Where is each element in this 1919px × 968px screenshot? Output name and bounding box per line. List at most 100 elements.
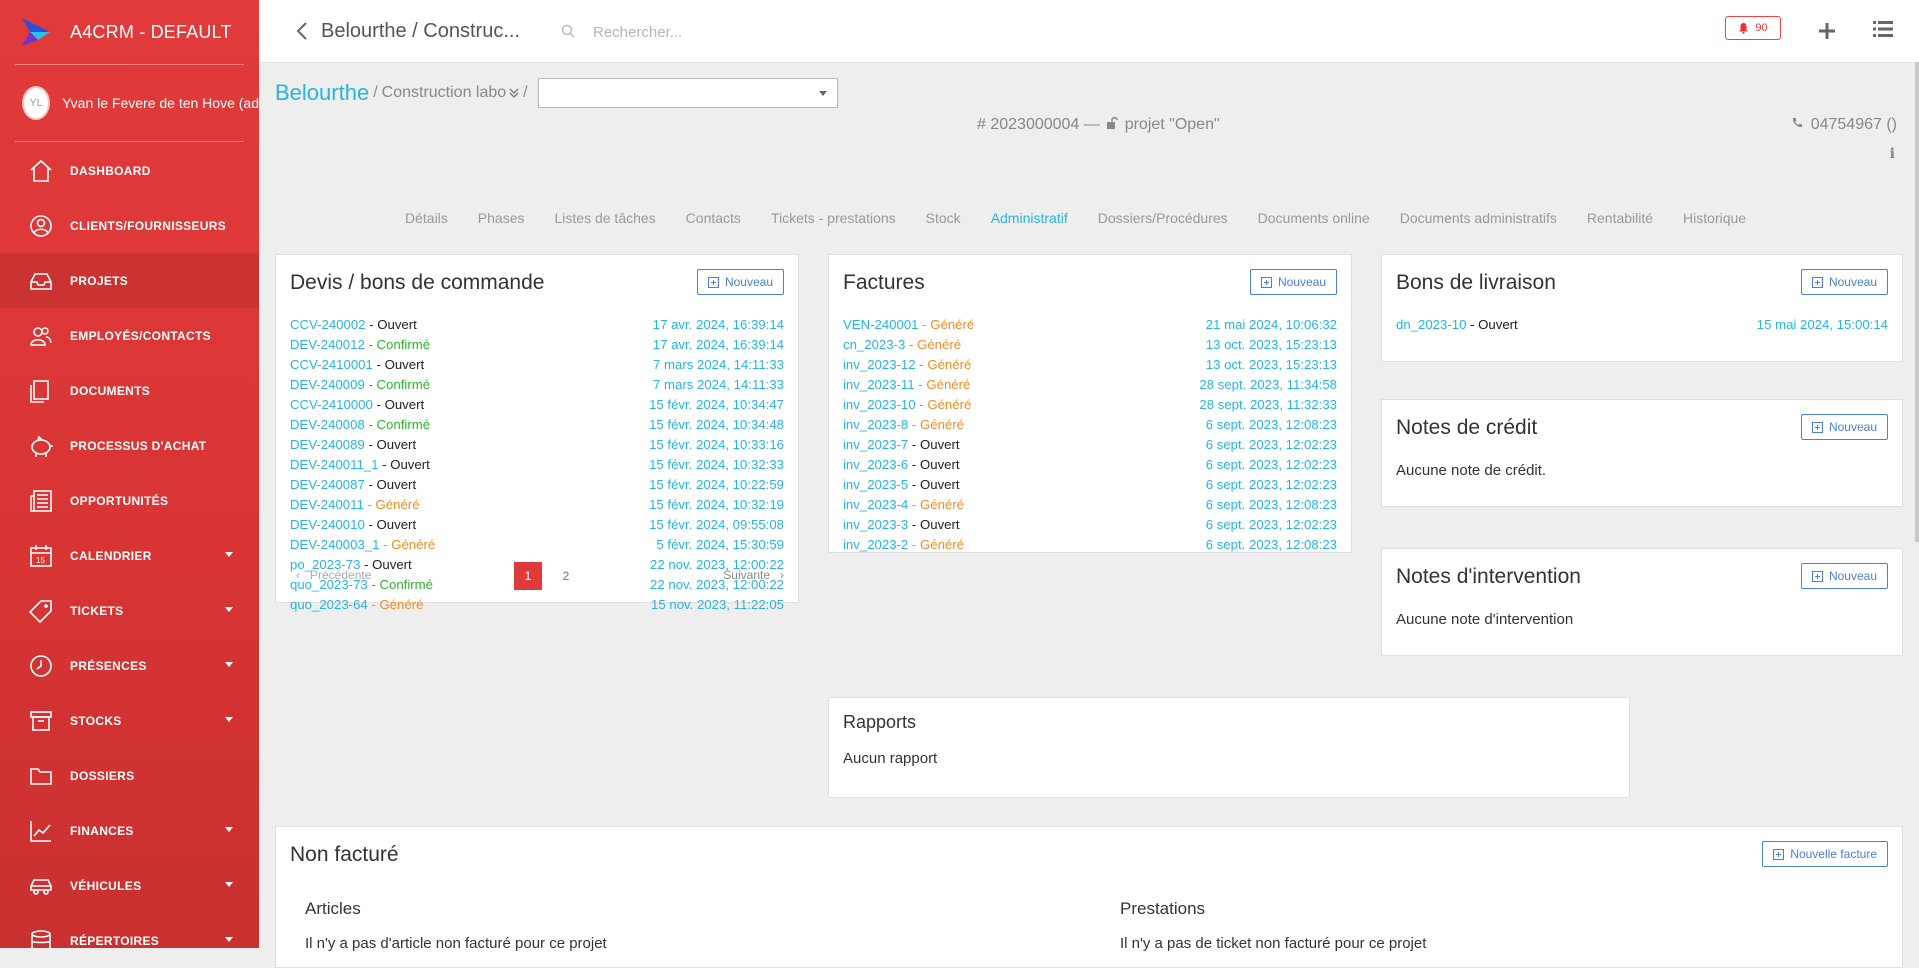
sidebar-item-finances[interactable]: FINANCES xyxy=(0,803,259,858)
list-view-icon[interactable] xyxy=(1873,20,1893,38)
item-ref[interactable]: VEN-240001 xyxy=(843,317,919,332)
list-item[interactable]: DEV-240012 - Confirmé 17 avr. 2024, 16:39… xyxy=(290,337,784,357)
pagination-next[interactable]: Suivante › xyxy=(723,568,784,582)
pagination-prev[interactable]: ‹ Précédente xyxy=(296,568,371,582)
item-ref[interactable]: DEV-240011_1 xyxy=(290,457,378,472)
list-item[interactable]: DEV-240003_1 - Généré 5 févr. 2024, 15:30… xyxy=(290,537,784,557)
list-item[interactable]: DEV-240011 - Généré 15 févr. 2024, 10:32:… xyxy=(290,497,784,517)
list-item[interactable]: CCV-2410000 - Ouvert 15 févr. 2024, 10:34… xyxy=(290,397,784,417)
list-item[interactable]: inv_2023-2 - Généré 6 sept. 2023, 12:08:2… xyxy=(843,537,1337,557)
list-item[interactable]: VEN-240001 - Généré 21 mai 2024, 10:06:32 xyxy=(843,317,1337,337)
list-item[interactable]: DEV-240009 - Confirmé 7 mars 2024, 14:11:… xyxy=(290,377,784,397)
sidebar-item-calendrier[interactable]: 15 CALENDRIER xyxy=(0,528,259,583)
sidebar-item-dossiers[interactable]: DOSSIERS xyxy=(0,748,259,803)
tab-tickets-prestations[interactable]: Tickets - prestations xyxy=(771,210,896,226)
item-ref[interactable]: dn_2023-10 xyxy=(1396,317,1466,332)
tab-rentabilit-[interactable]: Rentabilité xyxy=(1587,210,1653,226)
item-ref[interactable]: inv_2023-6 xyxy=(843,457,908,472)
list-item[interactable]: DEV-240087 - Ouvert 15 févr. 2024, 10:22:… xyxy=(290,477,784,497)
tab-documents-online[interactable]: Documents online xyxy=(1258,210,1370,226)
list-item[interactable]: dn_2023-10 - Ouvert 15 mai 2024, 15:00:14 xyxy=(1396,317,1888,337)
new-facture-button[interactable]: Nouveau xyxy=(1249,269,1337,295)
sidebar-item-clients-fournisseurs[interactable]: CLIENTS/FOURNISSEURS xyxy=(0,198,259,253)
item-ref[interactable]: DEV-240003_1 xyxy=(290,537,379,552)
sidebar-item-pr-sences[interactable]: PRÉSENCES xyxy=(0,638,259,693)
sidebar-item-r-pertoires[interactable]: RÉPERTOIRES xyxy=(0,913,259,948)
scrollbar[interactable] xyxy=(1915,62,1919,542)
sidebar-item-processus-d-achat[interactable]: PROCESSUS D'ACHAT xyxy=(0,418,259,473)
item-ref[interactable]: inv_2023-7 xyxy=(843,437,908,452)
item-ref[interactable]: inv_2023-4 xyxy=(843,497,908,512)
list-item[interactable]: cn_2023-3 - Généré 13 oct. 2023, 15:23:13 xyxy=(843,337,1337,357)
user-menu[interactable]: YL Yvan le Fevere de ten Hove (ad xyxy=(0,65,259,141)
item-ref[interactable]: CCV-2410000 xyxy=(290,397,373,412)
list-item[interactable]: inv_2023-8 - Généré 6 sept. 2023, 12:08:2… xyxy=(843,417,1337,437)
pagination-page-1[interactable]: 1 xyxy=(514,562,542,590)
item-ref[interactable]: inv_2023-10 xyxy=(843,397,916,412)
list-item[interactable]: inv_2023-12 - Généré 13 oct. 2023, 15:23:… xyxy=(843,357,1337,377)
project-phone[interactable]: 04754967 () xyxy=(1791,116,1897,134)
sidebar-item-employ-s-contacts[interactable]: EMPLOYÉS/CONTACTS xyxy=(0,308,259,363)
item-ref[interactable]: cn_2023-3 xyxy=(843,337,905,352)
tab-historique[interactable]: Historique xyxy=(1683,210,1746,226)
sidebar-item-stocks[interactable]: STOCKS xyxy=(0,693,259,748)
list-item[interactable]: CCV-240002 - Ouvert 17 avr. 2024, 16:39:1… xyxy=(290,317,784,337)
new-devis-button[interactable]: Nouveau xyxy=(696,269,784,295)
info-icon[interactable]: i xyxy=(1890,146,1895,162)
sidebar-item-documents[interactable]: DOCUMENTS xyxy=(0,363,259,418)
sidebar-item-opportunit-s[interactable]: OPPORTUNITÉS xyxy=(0,473,259,528)
pagination-page-2[interactable]: 2 xyxy=(552,562,580,590)
item-ref[interactable]: DEV-240008 xyxy=(290,417,365,432)
item-ref[interactable]: DEV-240011 xyxy=(290,497,364,512)
tab-phases[interactable]: Phases xyxy=(478,210,525,226)
breadcrumb-client-link[interactable]: Belourthe xyxy=(275,80,369,106)
list-item[interactable]: DEV-240011_1 - Ouvert 15 févr. 2024, 10:3… xyxy=(290,457,784,477)
breadcrumb-project[interactable]: Construction labo xyxy=(382,84,507,102)
brand[interactable]: A4CRM - DEFAULT xyxy=(0,0,259,64)
item-ref[interactable]: inv_2023-5 xyxy=(843,477,908,492)
notifications-button[interactable]: 90 xyxy=(1725,16,1781,40)
item-ref[interactable]: DEV-240010 xyxy=(290,517,365,532)
list-item[interactable]: DEV-240089 - Ouvert 15 févr. 2024, 10:33:… xyxy=(290,437,784,457)
item-ref[interactable]: quo_2023-64 xyxy=(290,597,368,612)
list-item[interactable]: quo_2023-64 - Généré 15 nov. 2023, 11:22:… xyxy=(290,597,784,617)
item-ref[interactable]: DEV-240009 xyxy=(290,377,365,392)
item-ref[interactable]: inv_2023-3 xyxy=(843,517,908,532)
list-item[interactable]: inv_2023-3 - Ouvert 6 sept. 2023, 12:02:2… xyxy=(843,517,1337,537)
double-chevron-down-icon[interactable] xyxy=(509,88,519,98)
list-item[interactable]: inv_2023-11 - Généré 28 sept. 2023, 11:34… xyxy=(843,377,1337,397)
sidebar-item-dashboard[interactable]: DASHBOARD xyxy=(0,143,259,198)
tab-listes-de-t-ches[interactable]: Listes de tâches xyxy=(555,210,656,226)
back-arrow-icon[interactable] xyxy=(295,20,309,42)
tab-administratif[interactable]: Administratif xyxy=(991,210,1068,226)
sidebar-item-projets[interactable]: PROJETS xyxy=(0,253,259,308)
list-item[interactable]: inv_2023-5 - Ouvert 6 sept. 2023, 12:02:2… xyxy=(843,477,1337,497)
item-ref[interactable]: DEV-240089 xyxy=(290,437,365,452)
list-item[interactable]: CCV-2410001 - Ouvert 7 mars 2024, 14:11:3… xyxy=(290,357,784,377)
tab-stock[interactable]: Stock xyxy=(926,210,961,226)
list-item[interactable]: inv_2023-6 - Ouvert 6 sept. 2023, 12:02:2… xyxy=(843,457,1337,477)
phase-select[interactable] xyxy=(537,78,838,108)
tab-documents-administratifs[interactable]: Documents administratifs xyxy=(1400,210,1557,226)
item-ref[interactable]: CCV-240002 xyxy=(290,317,366,332)
item-ref[interactable]: inv_2023-2 xyxy=(843,537,908,552)
item-ref[interactable]: DEV-240087 xyxy=(290,477,365,492)
list-item[interactable]: inv_2023-4 - Généré 6 sept. 2023, 12:08:2… xyxy=(843,497,1337,517)
new-credit-button[interactable]: Nouveau xyxy=(1800,414,1888,440)
tab-contacts[interactable]: Contacts xyxy=(686,210,741,226)
item-ref[interactable]: CCV-2410001 xyxy=(290,357,373,372)
item-ref[interactable]: inv_2023-8 xyxy=(843,417,908,432)
new-intervention-button[interactable]: Nouveau xyxy=(1800,563,1888,589)
sidebar-item-tickets[interactable]: TICKETS xyxy=(0,583,259,638)
tab-d-tails[interactable]: Détails xyxy=(405,210,448,226)
item-ref[interactable]: inv_2023-11 xyxy=(843,377,915,392)
new-livraison-button[interactable]: Nouveau xyxy=(1800,269,1888,295)
list-item[interactable]: inv_2023-7 - Ouvert 6 sept. 2023, 12:02:2… xyxy=(843,437,1337,457)
tab-dossiers-proc-dures[interactable]: Dossiers/Procédures xyxy=(1098,210,1228,226)
list-item[interactable]: DEV-240008 - Confirmé 15 févr. 2024, 10:3… xyxy=(290,417,784,437)
item-ref[interactable]: inv_2023-12 xyxy=(843,357,916,372)
list-item[interactable]: inv_2023-10 - Généré 28 sept. 2023, 11:32… xyxy=(843,397,1337,417)
add-button[interactable] xyxy=(1819,18,1835,46)
item-ref[interactable]: DEV-240012 xyxy=(290,337,365,352)
search-input[interactable] xyxy=(591,18,895,46)
